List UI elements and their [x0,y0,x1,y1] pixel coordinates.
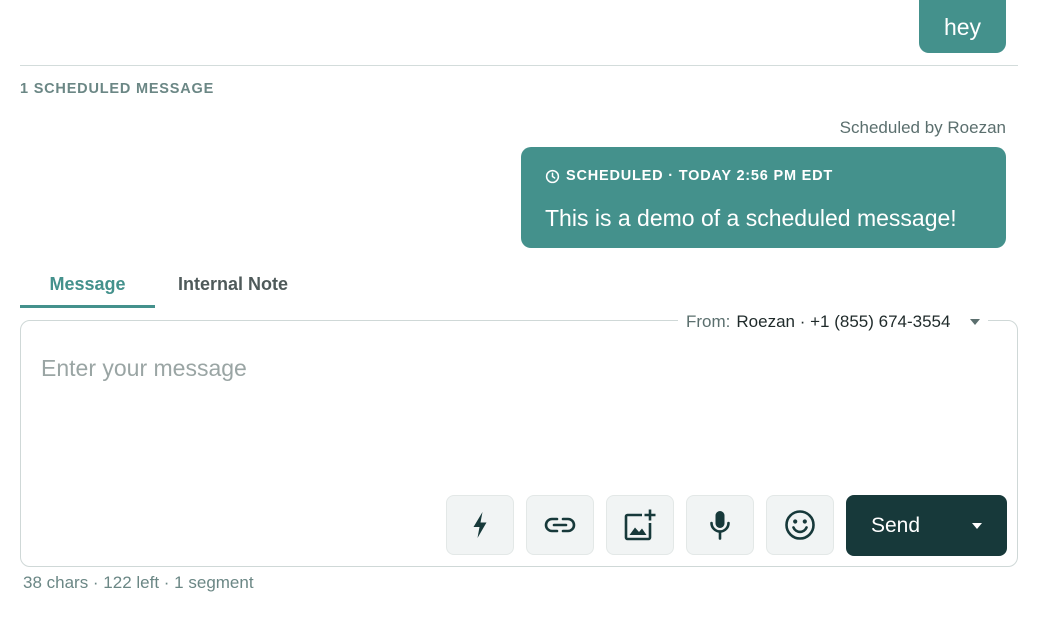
from-value: Roezan · +1 (855) 674-3554 [736,312,951,331]
add-image-icon [624,509,656,541]
tab-message[interactable]: Message [20,262,155,308]
scheduled-status-text: SCHEDULED · TODAY 2:56 PM EDT [566,168,834,184]
record-voice-button[interactable] [686,495,754,555]
from-label: From: [686,312,731,331]
link-icon [544,517,576,533]
scheduled-by-label: Scheduled by Roezan [839,118,1006,137]
character-counter: 38 chars · 122 left · 1 segment [23,573,254,592]
send-button-label: Send [871,513,921,537]
insert-emoji-button[interactable] [766,495,834,555]
tab-internal-note[interactable]: Internal Note [155,262,311,308]
emoji-icon [785,510,815,540]
sent-message-bubble: hey [919,0,1006,53]
send-button[interactable]: Send [846,495,1007,556]
chevron-down-icon [970,319,981,325]
clock-icon [545,169,560,183]
from-selector[interactable]: From: Roezan · +1 (855) 674-3554 [678,311,989,333]
snippets-button[interactable] [446,495,514,555]
scheduled-status: SCHEDULED · TODAY 2:56 PM EDT [545,168,833,184]
insert-link-button[interactable] [526,495,594,555]
scheduled-message-bubble[interactable]: SCHEDULED · TODAY 2:56 PM EDT This is a … [521,147,1006,248]
send-options-chevron-icon[interactable] [972,523,982,529]
attach-image-button[interactable] [606,495,674,555]
composer-tabs: Message Internal Note [20,262,311,308]
message-input[interactable] [41,348,981,388]
scheduled-section-header: 1 SCHEDULED MESSAGE [20,81,215,97]
microphone-icon [710,511,730,540]
lightning-icon [473,512,487,538]
scheduled-message-text: This is a demo of a scheduled message! [545,205,957,231]
sent-message-text: hey [943,14,982,40]
message-composer: From: Roezan · +1 (855) 674-3554 Enter y… [20,311,1018,567]
thread-divider [20,65,1018,66]
